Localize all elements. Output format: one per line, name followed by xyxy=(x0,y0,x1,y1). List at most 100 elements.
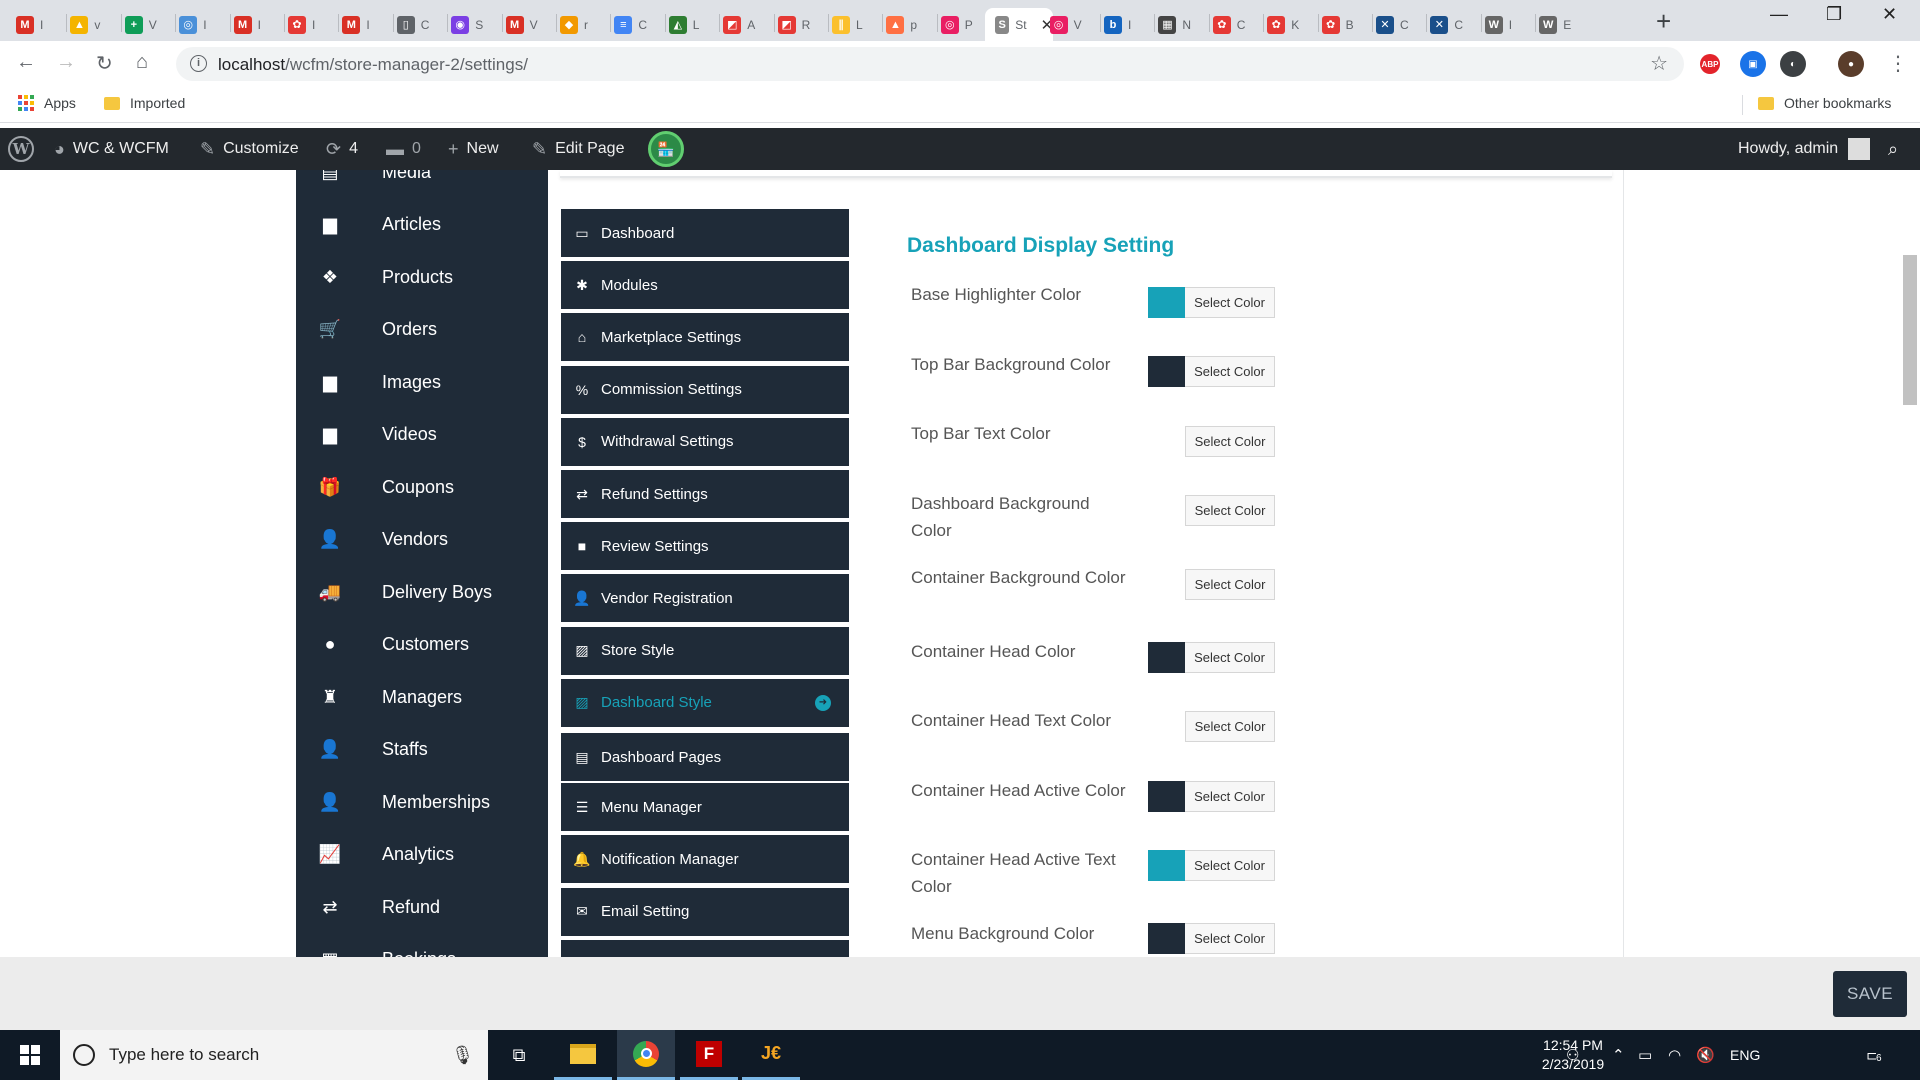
browser-tab[interactable]: bI xyxy=(1104,8,1131,41)
settings-tab-refund-settings[interactable]: ⇄ Refund Settings xyxy=(561,470,849,520)
wcfm-menu-item-images[interactable]: ▆ Images xyxy=(296,362,548,402)
wcfm-menu-item-videos[interactable]: ▆ Videos xyxy=(296,415,548,455)
bookmark-star-icon[interactable]: ☆ xyxy=(1650,51,1668,76)
wcfm-menu-item-articles[interactable]: ▆ Articles xyxy=(296,205,548,245)
vpn-icon[interactable]: ◐ xyxy=(1780,51,1806,77)
color-picker[interactable]: Select Color xyxy=(1148,642,1275,673)
settings-tab-store-style[interactable]: ▨ Store Style xyxy=(561,626,849,677)
browser-tab[interactable]: ▦ N xyxy=(1158,8,1191,41)
browser-tab[interactable]: ◎ V xyxy=(1049,8,1082,41)
color-swatch[interactable] xyxy=(1148,569,1185,600)
browser-tab[interactable]: ◎ P xyxy=(940,8,973,41)
page-scrollbar-thumb[interactable] xyxy=(1903,255,1917,405)
browser-tab[interactable]: + V xyxy=(124,8,157,41)
microphone-icon[interactable]: 🎙 xyxy=(451,1045,474,1066)
wcfm-menu-item-delivery-boys[interactable]: 🚚 Delivery Boys xyxy=(296,572,548,612)
screenshot-icon[interactable]: ▣ xyxy=(1740,51,1766,77)
browser-tab[interactable]: ✕ C xyxy=(1376,8,1409,41)
bookmark-imported[interactable]: Imported xyxy=(104,95,185,111)
color-swatch[interactable] xyxy=(1148,495,1185,526)
browser-tab[interactable]: ✿ C xyxy=(1212,8,1245,41)
browser-tab[interactable]: ▲ v xyxy=(70,8,100,41)
browser-tab[interactable]: ✿ K xyxy=(1267,8,1299,41)
select-color-button[interactable]: Select Color xyxy=(1185,923,1275,954)
browser-tab[interactable]: WI xyxy=(1484,8,1512,41)
settings-tab-email-setting[interactable]: ✉ Email Setting xyxy=(561,887,849,938)
wcfm-menu-item-media[interactable]: ▤ Media xyxy=(296,170,548,192)
browser-tab[interactable]: ◩ A xyxy=(723,8,755,41)
settings-tab-dashboard-pages[interactable]: ▤ Dashboard Pages xyxy=(561,733,849,783)
settings-tab-more[interactable] xyxy=(561,939,849,957)
settings-tab-modules[interactable]: ✱ Modules xyxy=(561,261,849,312)
file-explorer-icon[interactable] xyxy=(554,1030,612,1080)
color-swatch[interactable] xyxy=(1148,923,1185,954)
browser-tab[interactable]: ◆ r xyxy=(560,8,588,41)
site-name-menu[interactable]: ◕ WC & WCFM xyxy=(54,128,169,170)
color-picker[interactable]: Select Color xyxy=(1148,923,1275,954)
color-swatch[interactable] xyxy=(1148,287,1185,318)
wcfm-menu-item-customers[interactable]: ● Customers xyxy=(296,625,548,665)
edit-page-menu[interactable]: ✎ Edit Page xyxy=(532,128,624,170)
chrome-menu-icon[interactable]: ⋮ xyxy=(1888,51,1908,76)
browser-tab[interactable]: ✿ I xyxy=(288,8,315,41)
start-button[interactable] xyxy=(0,1030,60,1080)
filezilla-icon[interactable]: F xyxy=(680,1030,738,1080)
url-text[interactable]: localhost/wcfm/store-manager-2/settings/ xyxy=(218,55,528,75)
customize-menu[interactable]: ✎ Customize xyxy=(200,128,299,170)
volume-icon[interactable]: 🔇 xyxy=(1696,1030,1715,1080)
updates-menu[interactable]: ⟳ 4 xyxy=(326,128,358,170)
jetbrains-icon[interactable]: J€ xyxy=(742,1030,800,1080)
color-picker[interactable]: Select Color xyxy=(1148,426,1275,457)
color-picker[interactable]: Select Color xyxy=(1148,711,1275,742)
wcfm-menu-item-coupons[interactable]: 🎁 Coupons xyxy=(296,467,548,507)
new-tab-button[interactable]: + xyxy=(1656,6,1671,37)
browser-tab[interactable]: ∥ L xyxy=(832,8,863,41)
select-color-button[interactable]: Select Color xyxy=(1185,426,1275,457)
settings-tab-review-settings[interactable]: ■ Review Settings xyxy=(561,522,849,573)
wcfm-menu-item-managers[interactable]: ♜ Managers xyxy=(296,677,548,717)
system-clock[interactable]: 12:54 PM 2/23/2019 xyxy=(1528,1036,1618,1074)
browser-tab[interactable]: MV xyxy=(505,8,538,41)
task-view-icon[interactable]: ⧉ xyxy=(490,1030,548,1080)
back-button[interactable]: ← xyxy=(16,51,36,74)
restore-button[interactable]: ❐ xyxy=(1826,4,1842,25)
browser-tab[interactable]: ≡ C xyxy=(614,8,647,41)
forward-button[interactable]: → xyxy=(56,51,76,74)
settings-tab-dashboard[interactable]: ▭ Dashboard xyxy=(561,209,849,259)
minimize-button[interactable]: — xyxy=(1770,4,1788,25)
action-center-icon[interactable]: ▭ 6 xyxy=(1866,1030,1883,1080)
save-button[interactable]: SAVE xyxy=(1833,971,1907,1017)
browser-tab[interactable]: MI xyxy=(16,8,43,41)
home-button[interactable]: ⌂ xyxy=(136,51,148,74)
settings-tab-menu-manager[interactable]: ☰ Menu Manager xyxy=(561,783,849,834)
settings-tab-vendor-registration[interactable]: 👤 Vendor Registration xyxy=(561,574,849,625)
color-picker[interactable]: Select Color xyxy=(1148,569,1275,600)
settings-tab-dashboard-style[interactable]: ▨ Dashboard Style ➜ xyxy=(561,678,849,729)
color-swatch[interactable] xyxy=(1148,356,1185,387)
browser-tab[interactable]: MI xyxy=(233,8,261,41)
wcfm-menu-item-analytics[interactable]: 📈 Analytics xyxy=(296,835,548,875)
wcfm-menu-item-orders[interactable]: 🛒 Orders xyxy=(296,310,548,350)
settings-tab-notification-manager[interactable]: 🔔 Notification Manager xyxy=(561,835,849,886)
color-picker[interactable]: Select Color xyxy=(1148,850,1275,881)
wp-search-icon[interactable]: ⌕ xyxy=(1888,128,1906,170)
browser-tab[interactable]: ✿ B xyxy=(1321,8,1354,41)
taskbar-search-box[interactable]: Type here to search 🎙 xyxy=(60,1030,488,1080)
browser-tab[interactable]: ✕ C xyxy=(1430,8,1463,41)
wcfm-menu-item-vendors[interactable]: 👤 Vendors xyxy=(296,520,548,560)
browser-tab[interactable]: WE xyxy=(1539,8,1571,41)
battery-icon[interactable]: ▭ xyxy=(1638,1030,1652,1080)
wcfm-menu-item-products[interactable]: ❖ Products xyxy=(296,257,548,297)
browser-tab[interactable]: S St ✕ xyxy=(985,8,1054,41)
browser-tab[interactable]: ◉ S xyxy=(451,8,483,41)
browser-tab[interactable]: ▲ p xyxy=(886,8,917,41)
wcfm-menu-item-memberships[interactable]: 👤 Memberships xyxy=(296,782,548,822)
omnibox[interactable]: i localhost/wcfm/store-manager-2/setting… xyxy=(176,47,1684,81)
chrome-taskbar-icon[interactable] xyxy=(617,1030,675,1080)
color-swatch[interactable] xyxy=(1148,426,1185,457)
browser-tab[interactable]: ◩ R xyxy=(777,8,810,41)
browser-tab[interactable]: MI xyxy=(342,8,370,41)
select-color-button[interactable]: Select Color xyxy=(1185,642,1275,673)
select-color-button[interactable]: Select Color xyxy=(1185,287,1275,318)
site-info-icon[interactable]: i xyxy=(190,55,207,72)
